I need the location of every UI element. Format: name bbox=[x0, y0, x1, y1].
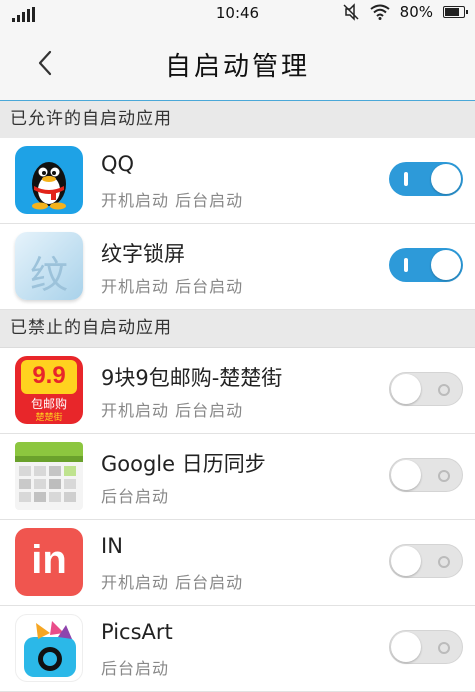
chuchujie-icon: 9.9 包邮购 楚楚街 bbox=[15, 356, 83, 424]
app-name: Google 日历同步 bbox=[101, 452, 266, 476]
autostart-toggle[interactable] bbox=[389, 248, 463, 282]
autostart-toggle[interactable] bbox=[389, 162, 463, 196]
toggle-on-mark bbox=[404, 258, 408, 272]
app-startup-types: 开机启动 后台启动 bbox=[101, 573, 244, 592]
battery-percent: 80% bbox=[399, 3, 433, 21]
list-item-chuchujie[interactable]: 9.9 包邮购 楚楚街 9块9包邮购-楚楚街 开机启动 后台启动 bbox=[0, 348, 475, 434]
autostart-toggle[interactable] bbox=[389, 458, 463, 492]
toggle-off-mark bbox=[438, 642, 450, 654]
list-item-wenzi-lockscreen[interactable]: 纹 纹字锁屏 开机启动 后台启动 bbox=[0, 224, 475, 310]
battery-icon bbox=[443, 6, 468, 18]
autostart-toggle[interactable] bbox=[389, 544, 463, 578]
google-calendar-sync-icon bbox=[15, 442, 83, 510]
toggle-knob[interactable] bbox=[391, 374, 421, 404]
toggle-knob[interactable] bbox=[431, 164, 461, 194]
toggle-knob[interactable] bbox=[391, 546, 421, 576]
status-bar: 10:46 80% bbox=[0, 0, 475, 26]
picsart-icon bbox=[15, 614, 83, 682]
app-startup-types: 后台启动 bbox=[101, 487, 170, 506]
app-name: 9块9包邮购-楚楚街 bbox=[101, 366, 283, 390]
wifi-icon bbox=[370, 4, 390, 20]
app-startup-types: 后台启动 bbox=[101, 659, 170, 678]
list-item-in[interactable]: in IN 开机启动 后台启动 bbox=[0, 520, 475, 606]
qq-penguin-icon bbox=[15, 146, 83, 214]
app-name: PicsArt bbox=[101, 620, 173, 644]
list-item-picsart[interactable]: PicsArt 后台启动 bbox=[0, 606, 475, 692]
icon-logo-text: in bbox=[31, 538, 67, 582]
icon-price-text: 9.9 bbox=[32, 362, 66, 389]
mute-icon bbox=[343, 3, 359, 21]
section-header-allowed: 已允许的自启动应用 bbox=[0, 101, 475, 139]
app-name: IN bbox=[101, 534, 123, 558]
toggle-knob[interactable] bbox=[391, 632, 421, 662]
app-name: QQ bbox=[101, 152, 135, 176]
toggle-on-mark bbox=[404, 172, 408, 186]
app-startup-types: 开机启动 后台启动 bbox=[101, 191, 244, 210]
app-startup-types: 开机启动 后台启动 bbox=[101, 401, 244, 420]
in-app-icon: in bbox=[15, 528, 83, 596]
wenzi-lockscreen-icon: 纹 bbox=[15, 232, 83, 300]
icon-brand-text: 楚楚街 bbox=[35, 413, 63, 423]
toggle-off-mark bbox=[438, 470, 450, 482]
section-header-forbidden: 已禁止的自启动应用 bbox=[0, 310, 475, 348]
autostart-toggle[interactable] bbox=[389, 630, 463, 664]
toggle-knob[interactable] bbox=[391, 460, 421, 490]
list-item-qq[interactable]: QQ 开机启动 后台启动 bbox=[0, 138, 475, 224]
list-item-google-calendar-sync[interactable]: Google 日历同步 后台启动 bbox=[0, 434, 475, 520]
app-startup-types: 开机启动 后台启动 bbox=[101, 277, 244, 296]
icon-glyph: 纹 bbox=[29, 253, 68, 297]
autostart-toggle[interactable] bbox=[389, 372, 463, 406]
page-title: 自启动管理 bbox=[164, 52, 310, 82]
toggle-off-mark bbox=[438, 556, 450, 568]
toggle-off-mark bbox=[438, 384, 450, 396]
toggle-knob[interactable] bbox=[431, 250, 461, 280]
nav-bar: 自启动管理 bbox=[0, 26, 475, 101]
app-name: 纹字锁屏 bbox=[101, 242, 185, 266]
